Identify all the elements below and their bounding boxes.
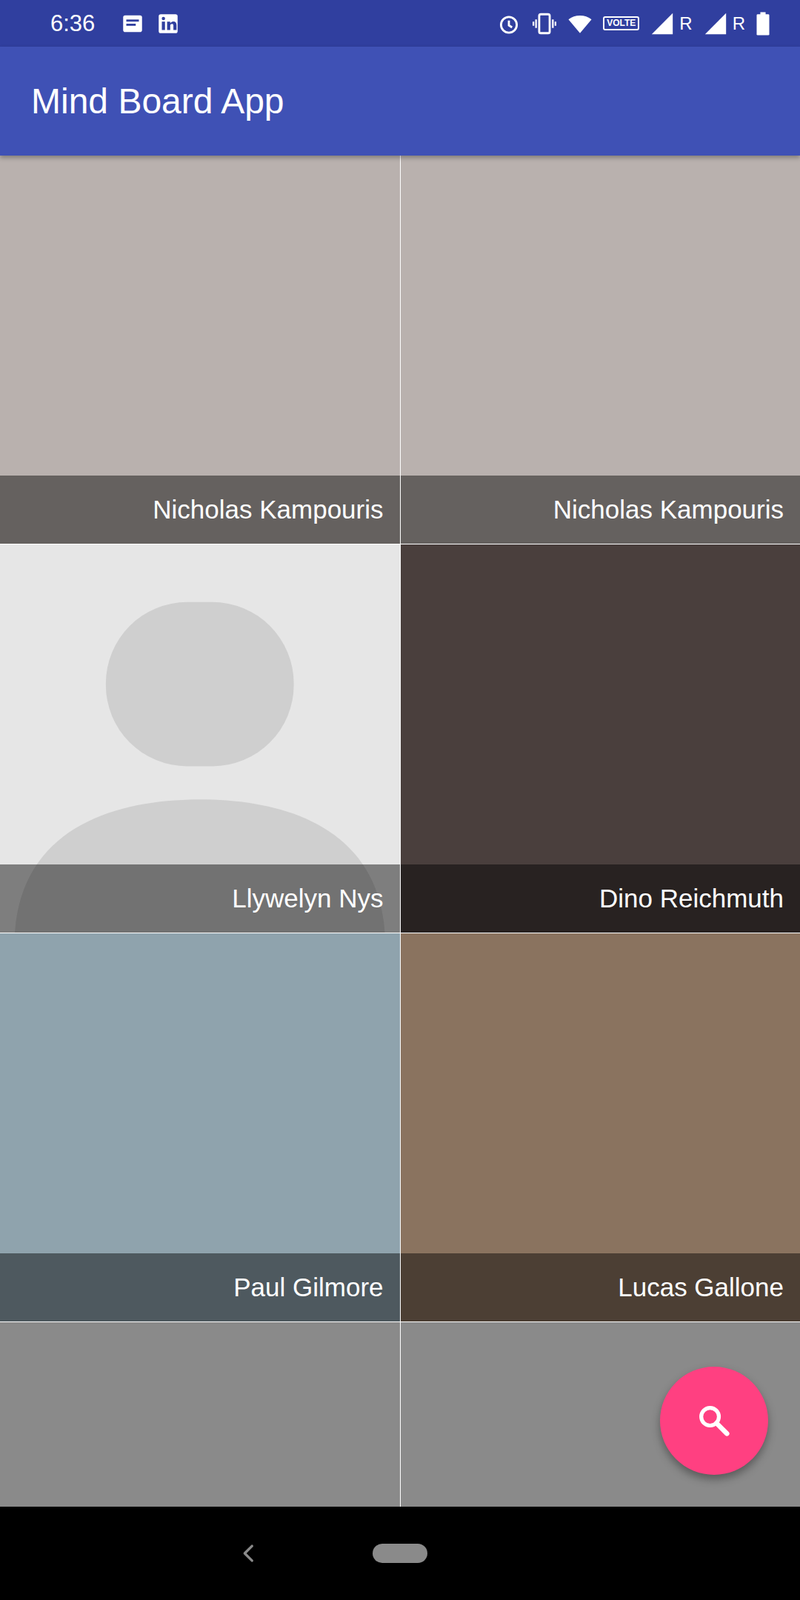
screen: 6:36 VOLTE R R Mind Board App Nicholas K… [0,0,800,1600]
vibrate-icon [531,11,558,37]
person-tile[interactable]: Llywelyn Nys [0,544,400,933]
tile-caption: Llywelyn Nys [0,864,400,933]
tile-caption: Nicholas Kampouris [0,475,400,544]
person-name: Nicholas Kampouris [553,494,784,525]
person-tile[interactable] [0,1322,400,1507]
person-name: Nicholas Kampouris [152,494,383,525]
person-tile[interactable]: Dino Reichmuth [400,544,800,933]
navigation-bar [0,1506,800,1600]
person-name: Dino Reichmuth [599,883,784,914]
wifi-icon [567,11,593,37]
roaming-indicator: R [732,13,746,35]
tile-caption: Nicholas Kampouris [400,475,800,544]
search-icon [694,1401,734,1440]
people-grid: Nicholas Kampouris Nicholas Kampouris Ll… [0,155,800,1507]
battery-icon [755,11,771,37]
person-name: Paul Gilmore [233,1272,383,1303]
tile-caption: Dino Reichmuth [400,864,800,933]
content: Nicholas Kampouris Nicholas Kampouris Ll… [0,155,800,1507]
signal-icon [702,11,729,37]
person-name: Lucas Gallone [617,1272,784,1303]
linkedin-icon [155,11,181,37]
tile-caption: Paul Gilmore [0,1253,400,1322]
alarm-icon [496,11,522,37]
tile-caption: Lucas Gallone [400,1253,800,1322]
person-tile[interactable]: Paul Gilmore [0,933,400,1322]
status-bar: 6:36 VOLTE R R [0,0,800,47]
signal-icon [649,11,675,37]
roaming-indicator: R [679,13,692,35]
person-tile[interactable]: Lucas Gallone [400,933,800,1322]
volte-badge: VOLTE [602,16,640,31]
app-title: Mind Board App [31,80,285,122]
message-icon [120,11,146,37]
search-button[interactable] [660,1366,769,1475]
person-tile[interactable]: Nicholas Kampouris [0,155,400,544]
status-time: 6:36 [50,10,95,38]
app-bar: Mind Board App [0,46,800,156]
home-pill[interactable] [372,1543,428,1563]
back-icon[interactable] [236,1540,262,1566]
person-tile[interactable]: Nicholas Kampouris [400,155,800,544]
person-name: Llywelyn Nys [231,883,383,914]
